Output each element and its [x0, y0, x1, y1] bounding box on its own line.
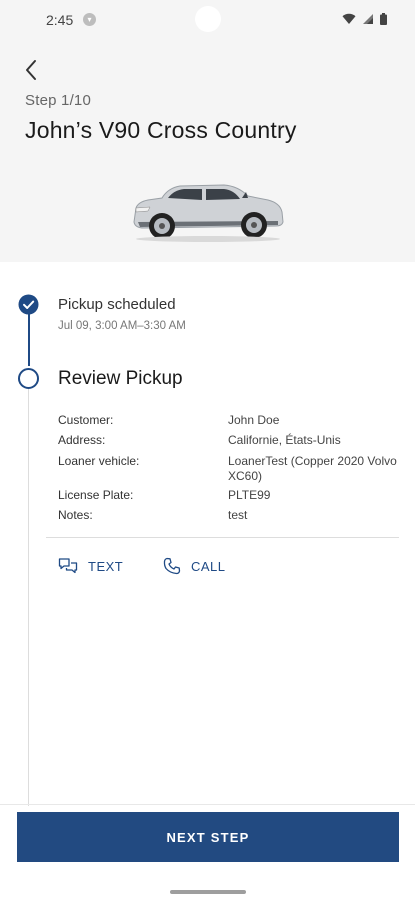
nav-background [0, 868, 415, 884]
back-button[interactable] [16, 54, 48, 86]
detail-label: Notes: [58, 508, 93, 522]
timeline-line [28, 388, 29, 806]
divider [46, 537, 399, 538]
signal-icon [363, 14, 373, 24]
message-icon [58, 558, 78, 574]
check-circle-icon [18, 294, 39, 315]
vehicle-header: Step 1/10 John’s V90 Cross Country [0, 40, 415, 262]
status-bar: 2:45 ▾ [0, 0, 415, 40]
pickup-scheduled-title: Pickup scheduled [58, 296, 176, 313]
notification-dot-icon: ▾ [83, 13, 96, 26]
detail-label: License Plate: [58, 488, 134, 502]
call-button-label: CALL [191, 558, 226, 574]
status-time: 2:45 [46, 12, 74, 28]
detail-label: Customer: [58, 413, 114, 427]
pickup-time: Jul 09, 3:00 AM–3:30 AM [58, 320, 186, 332]
car-image [133, 184, 284, 242]
detail-label: Address: [58, 433, 106, 447]
text-button[interactable]: TEXT [58, 552, 123, 580]
detail-value: LoanerTest (Copper 2020 Volvo XC60) [228, 454, 397, 483]
text-button-label: TEXT [88, 558, 124, 574]
call-button[interactable]: CALL [163, 552, 226, 580]
page-title: John’s V90 Cross Country [25, 117, 297, 143]
step-label: Step 1/10 [25, 92, 92, 109]
detail-label: Loaner vehicle: [58, 454, 140, 468]
detail-value: John Doe [228, 413, 280, 427]
step-circle-icon [18, 368, 39, 389]
battery-icon [380, 13, 387, 25]
detail-value: PLTE99 [228, 488, 271, 502]
footer-divider [0, 804, 415, 805]
camera-cutout-icon [195, 6, 221, 32]
phone-icon [163, 557, 181, 575]
next-step-button[interactable]: NEXT STEP [17, 812, 399, 862]
wifi-icon [342, 13, 356, 24]
status-icons [342, 13, 387, 25]
navigation-bar [0, 884, 415, 900]
detail-value: test [228, 508, 248, 522]
back-arrow-icon [26, 60, 36, 80]
home-handle[interactable] [170, 890, 246, 894]
timeline-progress-line [28, 306, 30, 366]
detail-value: Californie, États-Unis [228, 433, 341, 447]
review-pickup-title: Review Pickup [58, 368, 183, 389]
